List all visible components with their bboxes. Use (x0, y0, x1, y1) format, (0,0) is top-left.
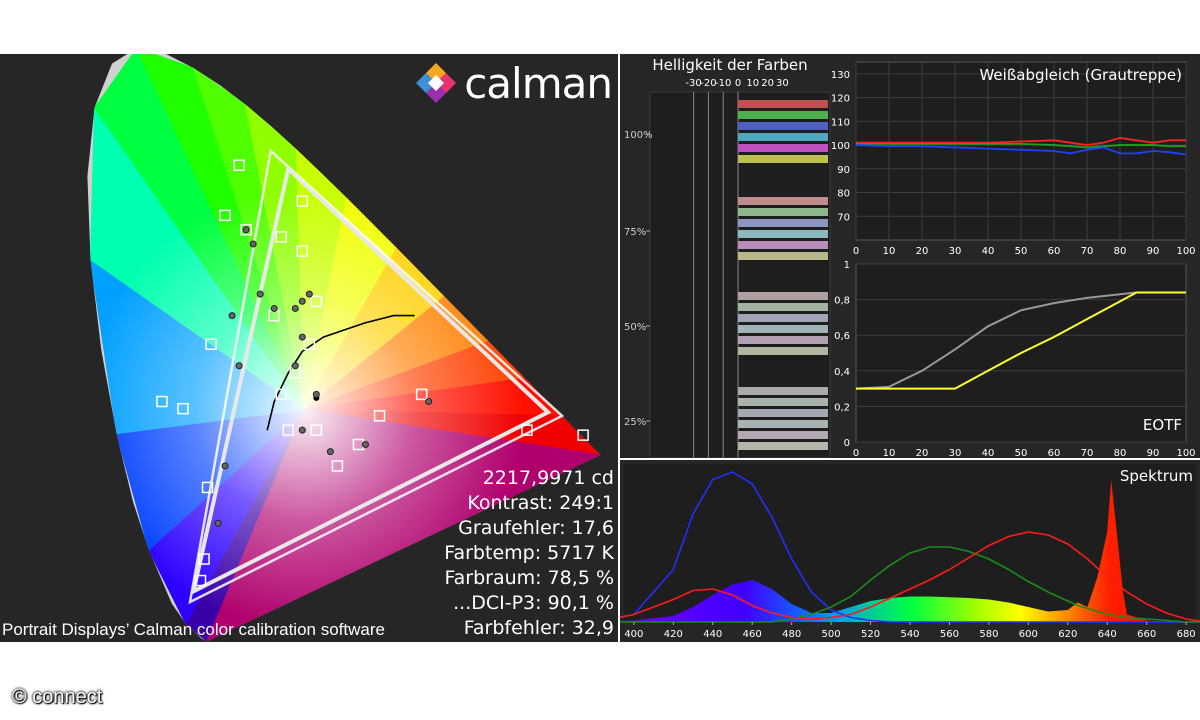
measured-dot (214, 519, 222, 527)
measured-dot (298, 297, 306, 305)
measured-dot (362, 440, 369, 448)
luminance-value: 2217,9971 cd (482, 467, 614, 489)
caption: Portrait Displays’ Calman color calibrat… (2, 620, 385, 639)
measured-dot (326, 448, 334, 456)
color-error-value: Farbfehler: 32,9 (463, 617, 614, 639)
spectrum-xtick: 520 (861, 629, 880, 640)
spectrum-xtick: 440 (703, 629, 722, 640)
measured-dot (242, 226, 250, 234)
dci-p3-value: ...DCI-P3: 90,1 % (453, 592, 614, 614)
spectrum-xtick: 540 (900, 629, 919, 640)
measured-dot (270, 304, 278, 312)
calman-logo: calman (414, 58, 613, 108)
spectrum-xtick: 560 (940, 629, 959, 640)
cie-panel: calman 2217,9971 cd Kontrast: 249:1 Grau… (0, 54, 618, 642)
spectrum-xtick: 600 (1019, 629, 1038, 640)
right-panel: Helligkeit der Farben -30 -20 -10 0 10 20 30 100… (620, 54, 1200, 642)
color-temp-value: Farbtemp: 5717 K (444, 542, 614, 564)
measured-dot (256, 290, 264, 298)
measured-dot (249, 240, 257, 248)
stage: calman 2217,9971 cd Kontrast: 249:1 Grau… (0, 0, 1200, 720)
measured-dot (291, 304, 299, 312)
measured-dot (291, 362, 299, 370)
copyright-watermark: © connect (12, 686, 103, 708)
spectrum-xtick: 680 (1177, 629, 1196, 640)
spectrum-xtick: 500 (822, 629, 841, 640)
spectrum-xtick: 660 (1137, 629, 1156, 640)
spectrum-xtick: 460 (743, 629, 762, 640)
contrast-value: Kontrast: 249:1 (467, 492, 614, 514)
measured-dot (305, 290, 313, 298)
measured-dot (298, 333, 306, 341)
stats-block: 2217,9971 cd Kontrast: 249:1 Graufehler:… (444, 466, 614, 641)
color-space-value: Farbraum: 78,5 % (444, 567, 614, 589)
measured-dot (221, 462, 229, 470)
measured-dot (235, 362, 243, 370)
measured-dot (228, 312, 236, 320)
calman-logo-text: calman (464, 58, 613, 108)
spectrum-xtick: 580 (979, 629, 998, 640)
calman-logo-icon (416, 63, 457, 103)
spectrum-xtick: 480 (782, 629, 801, 640)
spectrum-xtick: 420 (664, 629, 683, 640)
measured-dot (298, 426, 306, 434)
spectrum-xtick: 400 (624, 629, 643, 640)
spectrum-chart: 400 420 440 460 480 500 520 540 560 580 600 620 640 6… (620, 458, 1200, 640)
measured-dot (312, 390, 320, 398)
spectrum-xtick: 640 (1098, 629, 1117, 640)
spectrum-title: Spektrum (1120, 467, 1193, 485)
spectrum-xtick: 620 (1058, 629, 1077, 640)
gray-error-value: Graufehler: 17,6 (458, 517, 614, 539)
measured-dot (425, 398, 433, 406)
